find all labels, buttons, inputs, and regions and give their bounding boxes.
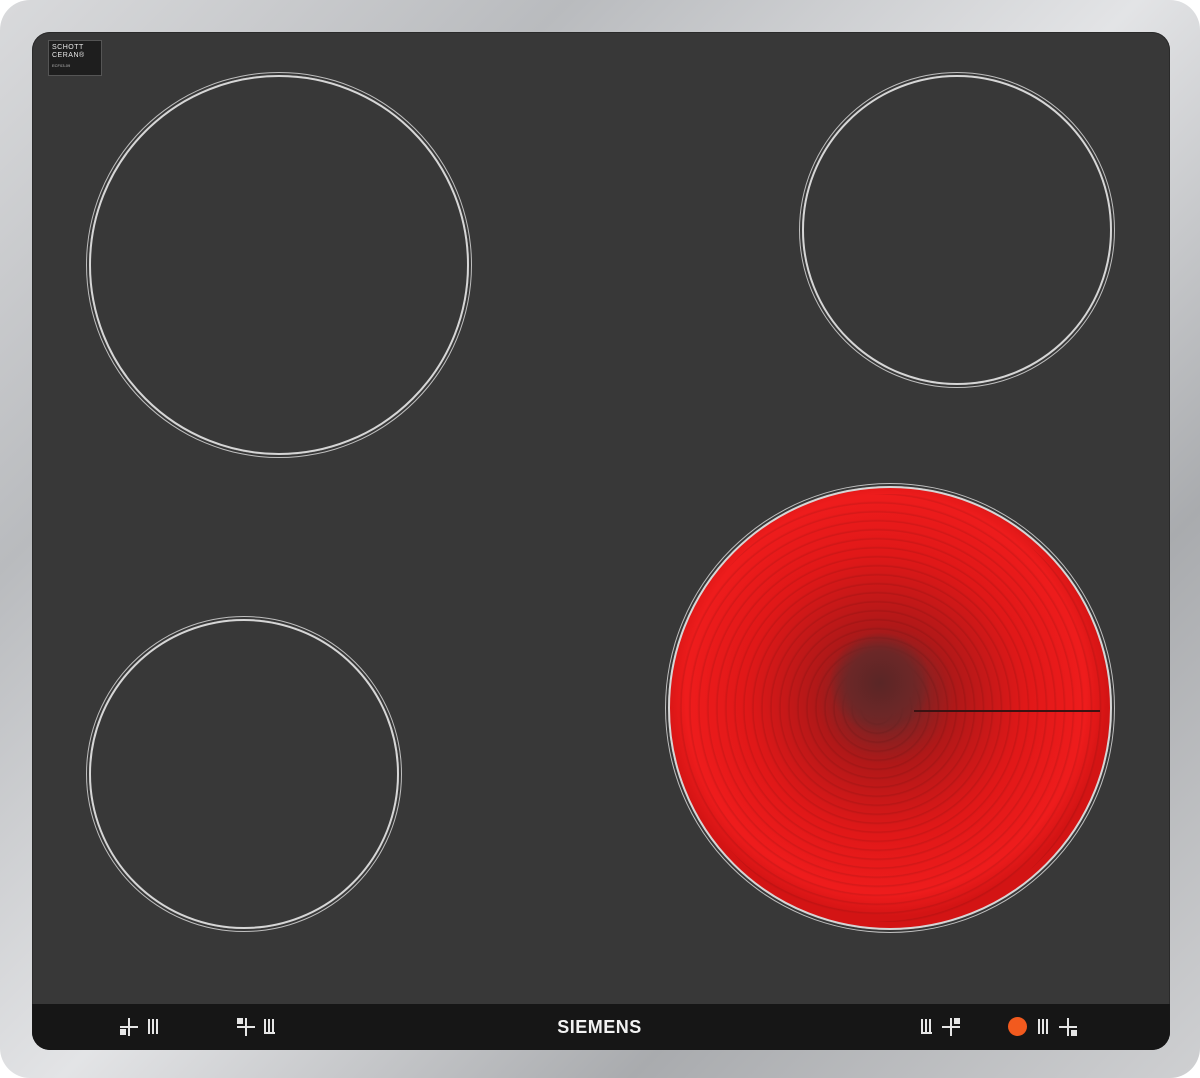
zone-front-right-heating[interactable] [668,486,1112,930]
zone-active-indicator-light [1008,1017,1027,1036]
heat-bars-icon [148,1019,159,1034]
zone-front-right-icon [1059,1018,1077,1036]
zone-front-left[interactable] [89,619,399,929]
zone-rear-right[interactable] [802,75,1112,385]
zone-rear-left[interactable] [89,75,469,455]
temperature-limiter-rod [914,710,1100,712]
schott-ceran-logo: SCHOTT CERAN® ECF03-09 [48,40,102,76]
zone-front-left-icon [237,1018,255,1036]
heat-bars-icon [921,1019,932,1034]
logo-line-3: ECF03-09 [52,63,71,68]
siemens-brand: SIEMENS [557,1017,642,1037]
ceramic-glass-top: SCHOTT CERAN® ECF03-09 SIEMENS [32,32,1170,1050]
logo-line-2: CERAN® [52,52,85,59]
stainless-frame: SCHOTT CERAN® ECF03-09 SIEMENS [0,0,1200,1078]
heating-zone-center [830,633,930,733]
control-indicator-strip: SIEMENS [32,1004,1170,1050]
zone-rear-right-icon [942,1018,960,1036]
logo-line-1: SCHOTT [52,44,84,51]
zone-rear-left-icon [120,1018,138,1036]
heat-bars-icon [1038,1019,1049,1034]
heat-bars-icon [264,1019,275,1034]
